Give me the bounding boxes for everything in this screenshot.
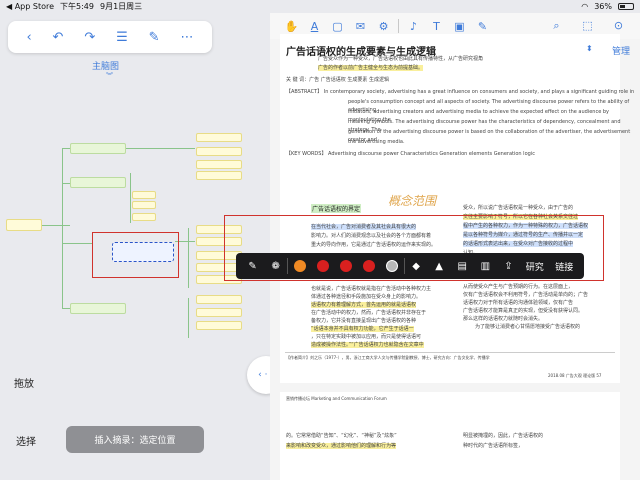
status-date: 9月1日周三 (99, 2, 143, 11)
search-icon[interactable]: ⌕ (545, 19, 568, 33)
mindmap-node[interactable] (196, 295, 242, 304)
paper-keywords-cn: 关 键 词：广告 广告话语权 生成要素 生成逻辑 (286, 77, 389, 83)
mindmap-node[interactable] (70, 143, 126, 154)
manage-button[interactable]: 管理 (612, 44, 630, 57)
mindmap-node[interactable] (196, 147, 242, 156)
settings-tool-icon[interactable]: ⚙ (372, 20, 395, 33)
rectangle-tool-icon[interactable]: ▢ (326, 20, 349, 33)
footnote-divider (285, 352, 615, 353)
mindmap-node[interactable] (196, 133, 242, 142)
mindmap-node[interactable] (196, 171, 242, 180)
pen-icon[interactable]: ✎ (149, 30, 160, 45)
app-window: ◀ App Store 下午5:49 9月1日周三 ◠ 36% ‹ ↶ ↷ ☰ … (0, 0, 640, 480)
handwritten-note[interactable]: 概念范围 (388, 192, 436, 209)
mindmap-node[interactable] (6, 219, 42, 231)
clipboard-plus-icon[interactable]: ▤ (451, 253, 474, 279)
paper-body-line: 为了能够让消费者心甘情愿地接受广告话语权的 (475, 324, 581, 330)
textbox-tool-icon[interactable]: T (425, 20, 448, 33)
status-time: 下午5:49 (60, 2, 94, 11)
paper-body-line: 受众，所以说广告话语权是一种受众，由于广告的 (463, 205, 574, 211)
mindmap-node[interactable] (70, 177, 126, 188)
share-icon[interactable]: ⇪ (497, 253, 520, 279)
paper-line: 广告受众作为一种受众，广告话语权也由此具有传播特性，从广告研究视角 (318, 56, 484, 62)
chevron-down-icon[interactable]: ︾ (106, 71, 113, 81)
tag-icon[interactable]: ◆ (405, 253, 428, 279)
page2-body-line: 的。它常常借助“告知”、“幻化”、“神秘”及“炫象” (286, 433, 397, 439)
mindmap-node[interactable] (132, 201, 156, 209)
drag-drop-button[interactable]: 拖放 (14, 375, 34, 390)
page2-header: 营销传播论坛 Marketing and Communication Forum (286, 396, 387, 401)
annotation-context-menu: ✎ ❁ ◆ ▲ ▤ ▥ ⇪ 研究 链接 (236, 253, 584, 279)
edit-icon[interactable]: ✎ (241, 253, 264, 279)
paper-line: 广告的作者以前广告主健全与生态为前提基础。 (318, 65, 424, 71)
hand-tool-icon[interactable]: ✋ (280, 20, 303, 33)
paper-abstract-line: 【ABSTRACT】 In contemporary society, adve… (286, 89, 635, 95)
image-tool-icon[interactable]: ▣ (448, 20, 471, 33)
trash-icon[interactable]: ▥ (474, 253, 497, 279)
mindmap-node[interactable] (196, 321, 242, 330)
page2-body-line: 种时代的广告话语所标签， (463, 443, 524, 449)
paper-body-line: 也就是说，广告话语权就是指在广告活动中各种权力主 (311, 286, 432, 292)
wifi-icon: ◠ (581, 2, 589, 11)
undo-icon[interactable]: ↶ (53, 30, 64, 45)
text-tool-icon[interactable]: A (303, 20, 326, 33)
mindmap-toolbar: ‹ ↶ ↷ ☰ ✎ ⋯ (8, 21, 212, 53)
list-icon[interactable]: ☰ (116, 30, 128, 45)
paper-body-line: 备权力，它并没有直接呈现出广告话语权的各种 (311, 318, 417, 324)
mindmap-node[interactable] (196, 308, 242, 317)
mindmap-node[interactable] (132, 191, 156, 199)
insert-excerpt-bar[interactable]: 插入摘录：选定位置 (66, 426, 204, 453)
paper-body-line: 体通过各种途径和手段施加在受众身上的影响力。 (311, 294, 422, 300)
mindmap-node[interactable] (132, 213, 156, 221)
mindmap-node[interactable] (70, 303, 126, 314)
page-footer: 2018.08 广告大观 理论版 57 (548, 373, 602, 378)
paper-abstract-line: the advertising media. (348, 139, 405, 145)
more-icon[interactable]: ⋯ (180, 30, 193, 45)
sort-icon[interactable]: ⬍ (586, 44, 593, 53)
color-orange-button[interactable] (288, 253, 311, 279)
color-red-button[interactable] (357, 253, 380, 279)
paper-keywords-en: 【KEY WORDS】 Advertising discourse power … (286, 151, 535, 157)
edit-tool-icon[interactable]: ✎ (471, 20, 494, 33)
section-heading: 广告话语权的界定 (311, 204, 362, 213)
paper-body-line: 广告话语权才能算是真正的实现，但受没有获得认同。 (463, 308, 584, 314)
status-bar: ◀ App Store 下午5:49 9月1日周三 ◠ 36% (0, 0, 640, 13)
pen-tool-icon[interactable]: ♪ (402, 20, 425, 33)
color-red-button[interactable] (311, 253, 334, 279)
paper-body-line: 造成被操作法性。”“广告话语权力也就隐含在文章中 (311, 342, 424, 348)
toolbar-divider (398, 19, 399, 33)
user-icon[interactable]: ⊙ (607, 19, 630, 33)
view-icon[interactable]: ⬚ (576, 19, 599, 33)
page2-body-line: 明显被掩埋的，因此，广告话语权的 (463, 433, 544, 439)
mindmap-canvas[interactable] (0, 133, 262, 343)
mindmap-pane: ‹ ↶ ↷ ☰ ✎ ⋯ 主脑图 ︾ 拖放 选择 插入摘录：选定位置 (0, 13, 262, 480)
pen-plus-icon[interactable]: ▲ (428, 253, 451, 279)
research-button[interactable]: 研究 (520, 253, 550, 279)
paper-body-line: 那么这样的话语权力就随时会消失。 (463, 316, 544, 322)
select-button[interactable]: 选择 (16, 433, 36, 448)
lasso-tool-icon[interactable]: ✉ (349, 20, 372, 33)
mindmap-selected-node[interactable] (112, 242, 174, 262)
chevron-left-icon[interactable]: ‹ (26, 30, 31, 45)
author-footnote: 【作者简介】刘之乐（1977-），男，浙江工商大学人文与传播学院副教授、博士，研… (286, 355, 490, 360)
paper-body-line: 话语权力对于所有话语的沟通体验领域，仅有广告 (463, 300, 574, 306)
link-button[interactable]: 链接 (550, 253, 580, 279)
battery-icon (618, 3, 634, 10)
paper-body-line: “话语本身并不具有权力功能，它产生于话语一 (311, 326, 414, 332)
battery-percent: 36% (594, 2, 612, 11)
paper-body-line: 从而使受众产生与广告预期的行为。在这层面上， (463, 284, 574, 290)
color-red-button[interactable] (334, 253, 357, 279)
paper-body-line: 在广告活动中的权力，然而，广告话语权并非存在于 (311, 310, 427, 316)
paper-body-line: 仅有广告话语权会不利用符号，广告活动是单向的；广告 (463, 292, 589, 298)
color-grey-button[interactable] (380, 253, 403, 279)
mindmap-node[interactable] (196, 160, 242, 169)
page2-body-line: 来影响和改变受众，通过影响他们的理解和行为等 (286, 443, 397, 449)
paper-body-line: ，只在特定实践中被加以应用，而只是使得话语可 (311, 334, 422, 340)
back-to-app-store[interactable]: ◀ App Store (6, 2, 54, 11)
paper-body-line: 话语权力有着理解方式，首先运用的就是话语权 (311, 302, 417, 308)
palette-icon[interactable]: ❁ (264, 253, 287, 279)
redo-icon[interactable]: ↷ (84, 30, 95, 45)
